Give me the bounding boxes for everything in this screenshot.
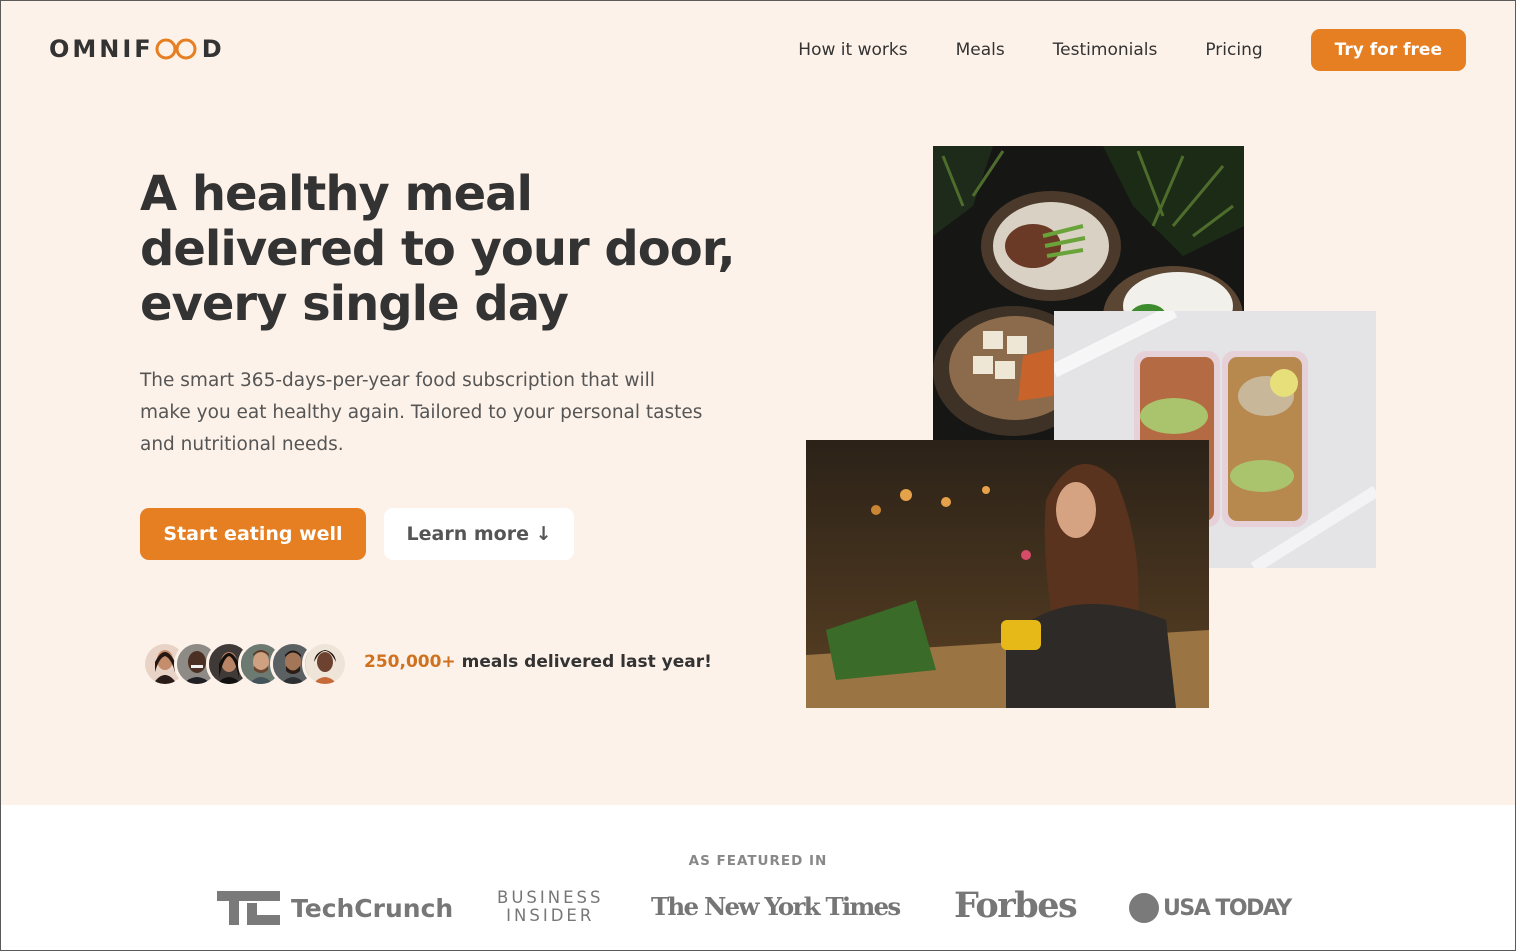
- techcrunch-label: TechCrunch: [291, 893, 454, 923]
- business-insider-line: INSIDER: [506, 906, 595, 925]
- hero-title-line: A healthy meal: [140, 166, 533, 222]
- omnifood-logo[interactable]: OMNIF D: [49, 34, 225, 64]
- main-nav: How it works Meals Testimonials Pricing …: [798, 29, 1466, 71]
- featured-title: AS FEATURED IN: [688, 853, 828, 869]
- infinity-logo-icon: [155, 38, 197, 60]
- business-insider-logo: BUSINESS INSIDER: [497, 889, 603, 925]
- nav-testimonials[interactable]: Testimonials: [1053, 40, 1158, 60]
- start-eating-well-button[interactable]: Start eating well: [140, 508, 366, 560]
- hero-description: The smart 365-days-per-year food subscri…: [140, 370, 703, 455]
- woman-eating-image: [806, 440, 1209, 708]
- forbes-logo: Forbes: [954, 884, 1078, 926]
- nyt-logo: The New York Times: [651, 889, 901, 923]
- meals-delivered-label: meals delivered last year!: [455, 652, 712, 672]
- usatoday-logo: USA TODAY: [1129, 891, 1292, 925]
- techcrunch-icon: [217, 891, 280, 925]
- nav-meals[interactable]: Meals: [956, 40, 1005, 60]
- hero-title: A healthy meal delivered to your door, e…: [140, 167, 760, 332]
- hero-title-line: delivered to your door,: [140, 221, 736, 277]
- meals-delivered-text: 250,000+ meals delivered last year!: [364, 652, 712, 672]
- nav-how-it-works[interactable]: How it works: [798, 40, 907, 60]
- learn-more-button[interactable]: Learn more ↓: [384, 508, 574, 560]
- usatoday-circle-icon: [1129, 893, 1159, 923]
- featured-section: AS FEATURED IN TechCrunch BUSINESS INSID…: [1, 805, 1515, 950]
- business-insider-line: BUSINESS: [497, 888, 604, 907]
- nyt-label: The New York Times: [651, 891, 901, 921]
- customer-avatars: [142, 641, 348, 687]
- try-for-free-button[interactable]: Try for free: [1310, 29, 1466, 71]
- nav-pricing[interactable]: Pricing: [1205, 40, 1262, 60]
- hero-title-line: every single day: [140, 276, 569, 332]
- hero-section: OMNIF D How it works Meals Testimonials …: [1, 1, 1515, 805]
- forbes-label: Forbes: [954, 884, 1078, 926]
- featured-logos: TechCrunch BUSINESS INSIDER The New York…: [1, 885, 1515, 935]
- avatar: [302, 641, 348, 687]
- techcrunch-logo: TechCrunch: [217, 891, 453, 925]
- logo-text-end: D: [201, 35, 225, 63]
- meals-delivered-count: 250,000+: [364, 652, 456, 672]
- usatoday-label: USA TODAY: [1163, 895, 1292, 921]
- logo-text-start: OMNIF: [49, 35, 154, 63]
